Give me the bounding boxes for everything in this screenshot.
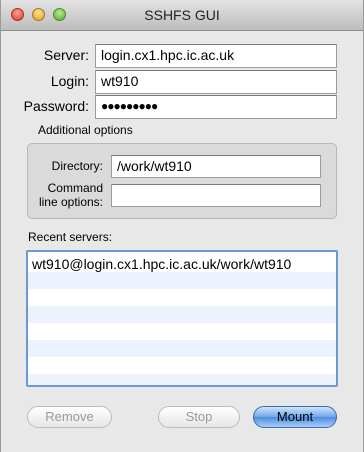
sshfs-gui-window: SSHFS GUI Server: login.cx1.hpc.ic.ac.uk… xyxy=(0,0,364,452)
directory-label: Directory: xyxy=(51,159,103,173)
list-item[interactable]: wt910@login.cx1.hpc.ic.ac.uk/work/wt910 xyxy=(28,252,336,272)
remove-button[interactable]: Remove xyxy=(27,406,112,428)
empty-list-row xyxy=(28,357,336,374)
empty-list-row xyxy=(28,323,336,340)
password-label: Password: xyxy=(23,98,89,114)
empty-list-row xyxy=(28,272,336,289)
window-title: SSHFS GUI xyxy=(144,7,220,23)
empty-list-row xyxy=(28,306,336,323)
mount-button[interactable]: Mount xyxy=(253,406,337,428)
additional-options-heading: Additional options xyxy=(38,123,133,137)
login-label: Login: xyxy=(50,73,89,89)
empty-list-row xyxy=(28,374,336,385)
empty-list-row xyxy=(28,289,336,306)
command-line-options-label-line2: line options: xyxy=(38,195,103,209)
server-label: Server: xyxy=(43,47,89,63)
empty-list-row xyxy=(28,340,336,357)
command-line-options-field[interactable] xyxy=(111,184,321,207)
directory-field[interactable]: /work/wt910 xyxy=(111,155,321,178)
server-field[interactable]: login.cx1.hpc.ic.ac.uk xyxy=(95,44,337,68)
stop-button[interactable]: Stop xyxy=(158,406,240,428)
password-field[interactable]: ●●●●●●●●● xyxy=(95,95,337,119)
recent-servers-list[interactable]: wt910@login.cx1.hpc.ic.ac.uk/work/wt910 xyxy=(26,250,338,387)
login-field[interactable]: wt910 xyxy=(95,70,337,94)
recent-servers-heading: Recent servers: xyxy=(28,230,113,244)
title-bar[interactable]: SSHFS GUI xyxy=(1,0,363,31)
command-line-options-label-line1: Command xyxy=(47,181,103,195)
